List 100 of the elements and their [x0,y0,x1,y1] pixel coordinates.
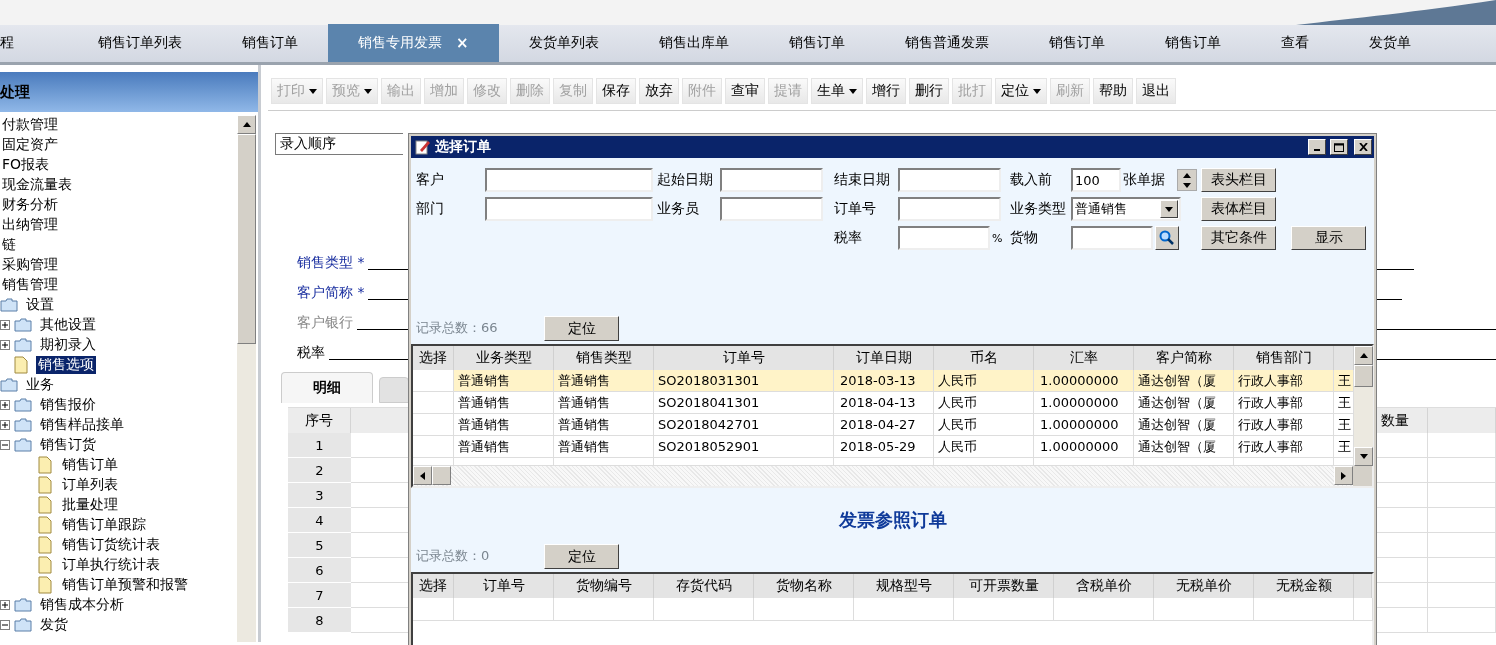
tab[interactable] [379,377,409,403]
filter-field[interactable] [485,197,653,221]
tab[interactable]: 销售订单列表 [68,24,212,62]
vertical-scrollbar[interactable] [1354,346,1373,466]
tree-item[interactable]: 采购管理 [0,256,60,274]
tree-item[interactable]: 其他设置 [38,316,98,334]
tree-item[interactable]: 期初录入 [38,336,98,354]
filter-field[interactable] [1071,226,1153,250]
detail-tab[interactable]: 明细 [281,372,373,403]
dialog-button[interactable]: 表头栏目 [1201,168,1276,192]
table-cell: 行政人事部 [1234,392,1334,414]
toolbar-button[interactable]: 保存 [596,78,636,104]
tree-item[interactable]: 业务 [24,376,56,394]
expand-icon[interactable] [0,340,10,350]
toolbar-button[interactable]: 生单 [811,78,863,104]
close-tab-button[interactable]: × [456,34,469,52]
table-cell: 普通销售 [454,436,554,458]
filter-field[interactable] [898,226,990,250]
order-row[interactable]: 普通销售 普通销售 SO2018042701 2018-04-27 人民币 1.00000000 通达创智（厦 行政人事部 王 [413,414,1354,436]
scroll-up-button[interactable] [1354,346,1373,365]
scroll-down-button[interactable] [1354,447,1373,466]
filter-field[interactable] [485,168,653,192]
table-cell: 1.00000000 [1034,392,1134,414]
expand-icon[interactable] [0,600,10,610]
expand-icon[interactable] [0,400,10,410]
tree-item[interactable]: 销售订单跟踪 [60,516,148,534]
order-row[interactable]: 普通销售 普通销售 SO2018052901 2018-05-29 人民币 1.00000000 通达创智（厦 行政人事部 王 [413,436,1354,458]
tab[interactable]: 销售普通发票 [874,24,1019,62]
sort-order-select[interactable]: 录入顺序 [275,133,403,155]
maximize-button[interactable] [1330,139,1348,155]
tab[interactable]: 程 [0,24,68,62]
locate-button[interactable]: 定位 [544,544,619,569]
filter-field[interactable] [898,197,1001,221]
order-row[interactable]: 普通销售 普通销售 SO2018031301 2018-03-13 人民币 1.00000000 通达创智（厦 行政人事部 王 [413,370,1354,392]
tree-item[interactable]: 销售管理 [0,276,60,294]
tab[interactable]: 发货单列表 [498,24,629,62]
expand-icon[interactable] [0,320,10,330]
tree-item[interactable]: 订单执行统计表 [60,556,162,574]
filter-field[interactable] [898,168,1001,192]
filter-field[interactable] [720,168,823,192]
toolbar-button[interactable]: 定位 [995,78,1047,104]
tree-item[interactable]: 销售订单 [60,456,120,474]
table-cell [1428,508,1496,533]
scroll-up-button[interactable] [237,115,256,134]
tree-item[interactable]: 付款管理 [0,116,60,134]
collapse-icon[interactable] [0,440,10,450]
locate-button[interactable]: 定位 [544,316,619,341]
tab[interactable]: 销售专用发票 × [328,24,499,62]
tree-item[interactable]: 现金流量表 [0,176,74,194]
tree-item[interactable]: 固定资产 [0,136,60,154]
vertical-scrollbar[interactable] [237,115,256,642]
toolbar-button[interactable]: 删行 [909,78,949,104]
scroll-thumb[interactable] [432,466,451,485]
dialog-button[interactable]: 表体栏目 [1201,197,1276,221]
count-field[interactable]: 100 [1071,168,1121,192]
tree-item[interactable]: 销售选项 [36,356,96,374]
tree-item[interactable]: 销售样品接单 [38,416,126,434]
tree-item[interactable]: FO报表 [0,156,52,174]
tree-item[interactable]: 财务分析 [0,196,60,214]
scroll-left-button[interactable] [413,466,432,485]
tab[interactable]: 发货单 [1338,24,1441,62]
spinner[interactable] [1177,169,1197,191]
collapse-icon[interactable] [0,620,10,630]
column-header: 货物名称 [754,574,854,598]
tree-item[interactable]: 销售订货统计表 [60,536,162,554]
tree-item[interactable]: 链 [0,236,18,254]
toolbar-button[interactable]: 帮助 [1093,78,1133,104]
toolbar-button[interactable]: 放弃 [639,78,679,104]
order-row[interactable]: 普通销售 普通销售 SO2018041301 2018-04-13 人民币 1.00000000 通达创智（厦 行政人事部 王 [413,392,1354,414]
tree-item[interactable]: 销售报价 [38,396,98,414]
filter-field[interactable] [720,197,823,221]
tab[interactable]: 销售订单 [1134,24,1251,62]
toolbar-button[interactable]: 退出 [1136,78,1176,104]
tab[interactable]: 销售订单 [212,24,328,62]
business-type-select[interactable]: 普通销售 [1071,197,1181,221]
scroll-right-button[interactable] [1334,466,1353,485]
toolbar-button[interactable]: 增行 [866,78,906,104]
tree-item[interactable]: 销售订货 [38,436,98,454]
tree-item[interactable]: 发货 [38,616,70,634]
dialog-button[interactable]: 显示 [1291,226,1366,250]
expand-icon[interactable] [0,420,10,430]
tab[interactable]: 查看 [1250,24,1339,62]
toolbar-button[interactable]: 查审 [725,78,765,104]
close-button[interactable] [1354,139,1372,155]
dialog-button[interactable]: 其它条件 [1201,226,1276,250]
tree-item[interactable]: 设置 [24,296,56,314]
tab[interactable]: 销售出库单 [628,24,759,62]
tree-item[interactable]: 订单列表 [60,476,120,494]
tab[interactable]: 销售订单 [1018,24,1135,62]
column-header: 序号 [288,408,351,433]
search-button[interactable] [1155,226,1179,250]
scroll-thumb[interactable] [1354,365,1373,387]
tab[interactable]: 销售订单 [758,24,875,62]
scroll-thumb[interactable] [237,134,256,344]
tree-item[interactable]: 出纳管理 [0,216,60,234]
minimize-button[interactable] [1308,139,1326,155]
tree-item[interactable]: 批量处理 [60,496,120,514]
tree-item[interactable]: 销售订单预警和报警 [60,576,190,594]
tree-item[interactable]: 销售成本分析 [38,596,126,614]
horizontal-scrollbar[interactable] [413,466,1372,486]
